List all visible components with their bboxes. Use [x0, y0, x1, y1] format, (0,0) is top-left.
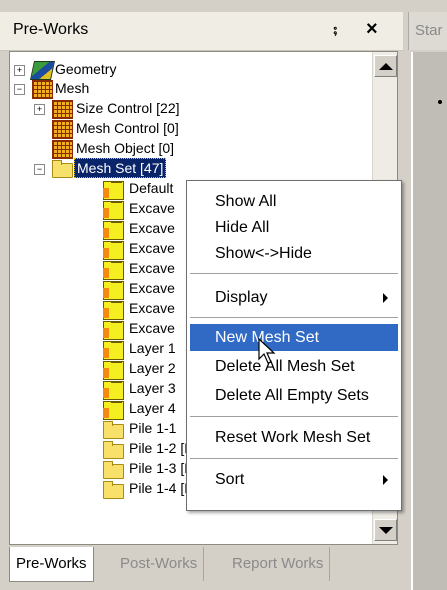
mesh-set-icon: [103, 221, 124, 240]
list-item[interactable]: Excave: [127, 299, 177, 317]
bullet-marker: [438, 100, 442, 104]
mesh-icon: [32, 80, 53, 99]
menu-item-show-hide[interactable]: Show<->Hide: [190, 240, 398, 267]
menu-item-hide-all[interactable]: Hide All: [190, 214, 398, 241]
expand-size-control-icon[interactable]: +: [34, 104, 45, 115]
tree-item-mesh-set[interactable]: Mesh Set [47]: [74, 158, 167, 178]
tab-pre-works[interactable]: Pre-Works: [9, 547, 94, 582]
right-panel: Star: [403, 0, 447, 590]
menu-item-label: Show All: [215, 193, 277, 210]
list-item[interactable]: Excave: [127, 319, 177, 337]
chevron-down-icon: [378, 526, 393, 534]
mesh-set-icon: [103, 401, 124, 420]
context-menu: Show All Hide All Show<->Hide Display Ne…: [186, 180, 402, 511]
tree-item-mesh[interactable]: Mesh: [53, 79, 91, 97]
folder-icon: [103, 441, 124, 459]
mesh-set-icon: [103, 321, 124, 340]
mesh-set-icon: [103, 361, 124, 380]
mesh-set-icon: [103, 241, 124, 260]
menu-separator: [190, 317, 398, 318]
menu-item-label: Delete All Empty Sets: [215, 387, 369, 404]
mesh-object-icon: [52, 140, 73, 159]
tab-start[interactable]: Star: [408, 12, 447, 50]
list-item[interactable]: Layer 3: [127, 379, 178, 397]
menu-item-new-mesh-set[interactable]: New Mesh Set: [190, 324, 398, 351]
menu-separator: [190, 273, 398, 274]
submenu-arrow-icon: [383, 475, 388, 485]
geometry-icon: [29, 61, 56, 80]
mesh-set-icon: [103, 181, 124, 200]
mouse-cursor-icon: [258, 338, 276, 364]
panel-tabs: Pre-Works Post-Works Report Works: [0, 547, 403, 590]
folder-icon: [103, 481, 124, 499]
folder-icon: [103, 461, 124, 479]
list-item[interactable]: Excave: [127, 259, 177, 277]
size-control-icon: [52, 100, 73, 119]
list-item[interactable]: Default: [127, 179, 175, 197]
tree-item-geometry[interactable]: Geometry: [53, 60, 118, 78]
tree-item-mesh-object[interactable]: Mesh Object [0]: [74, 139, 176, 157]
list-item[interactable]: Excave: [127, 239, 177, 257]
collapse-mesh-icon[interactable]: −: [14, 84, 25, 95]
menu-item-sort[interactable]: Sort: [190, 466, 398, 493]
menu-item-show-all[interactable]: Show All: [190, 188, 398, 215]
menu-item-delete-all-empty-sets[interactable]: Delete All Empty Sets: [190, 382, 398, 409]
menu-item-reset-work-mesh-set[interactable]: Reset Work Mesh Set: [190, 424, 398, 451]
chevron-up-icon: [378, 62, 393, 70]
tree-item-mesh-control[interactable]: Mesh Control [0]: [74, 119, 181, 137]
mesh-control-icon: [52, 120, 73, 139]
mesh-set-icon: [103, 381, 124, 400]
mesh-set-icon: [103, 341, 124, 360]
list-item[interactable]: Pile 1-1: [127, 419, 178, 437]
mesh-set-folder-icon: [52, 160, 73, 178]
menu-separator: [190, 416, 398, 417]
list-item[interactable]: Layer 1: [127, 339, 178, 357]
scroll-down-button[interactable]: [374, 519, 397, 541]
submenu-arrow-icon: [383, 293, 388, 303]
menu-item-delete-all-mesh-set[interactable]: Delete All Mesh Set: [190, 353, 398, 380]
list-item[interactable]: Excave: [127, 219, 177, 237]
list-item[interactable]: Layer 4: [127, 399, 178, 417]
mesh-set-icon: [103, 301, 124, 320]
mesh-set-icon: [103, 201, 124, 220]
list-item[interactable]: Layer 2: [127, 359, 178, 377]
menu-separator: [190, 458, 398, 459]
menu-item-label: Display: [215, 289, 268, 306]
pin-icon[interactable]: ⨟: [333, 21, 338, 38]
menu-item-label: Delete All Mesh Set: [215, 358, 355, 375]
menu-item-label: Hide All: [215, 219, 270, 236]
menu-item-display[interactable]: Display: [190, 284, 398, 311]
folder-icon: [103, 421, 124, 439]
panel-titlebar: Pre-Works ⨟ ×: [0, 12, 403, 51]
menu-item-label: Show<->Hide: [215, 245, 312, 262]
model-view[interactable]: [411, 52, 447, 590]
expand-geometry-icon[interactable]: +: [14, 65, 25, 76]
list-item[interactable]: Excave: [127, 199, 177, 217]
tree-item-size-control[interactable]: Size Control [22]: [74, 99, 182, 117]
menu-item-label: Sort: [215, 471, 245, 488]
collapse-mesh-set-icon[interactable]: −: [34, 164, 45, 175]
panel-title: Pre-Works: [13, 21, 89, 38]
list-item[interactable]: Excave: [127, 279, 177, 297]
close-icon[interactable]: ×: [366, 18, 378, 41]
mesh-set-icon: [103, 281, 124, 300]
tab-post-works[interactable]: Post-Works: [114, 547, 205, 581]
mesh-set-icon: [103, 261, 124, 280]
tab-report-works[interactable]: Report Works: [226, 547, 331, 581]
scroll-up-button[interactable]: [374, 55, 397, 77]
menu-item-label: Reset Work Mesh Set: [215, 429, 371, 446]
